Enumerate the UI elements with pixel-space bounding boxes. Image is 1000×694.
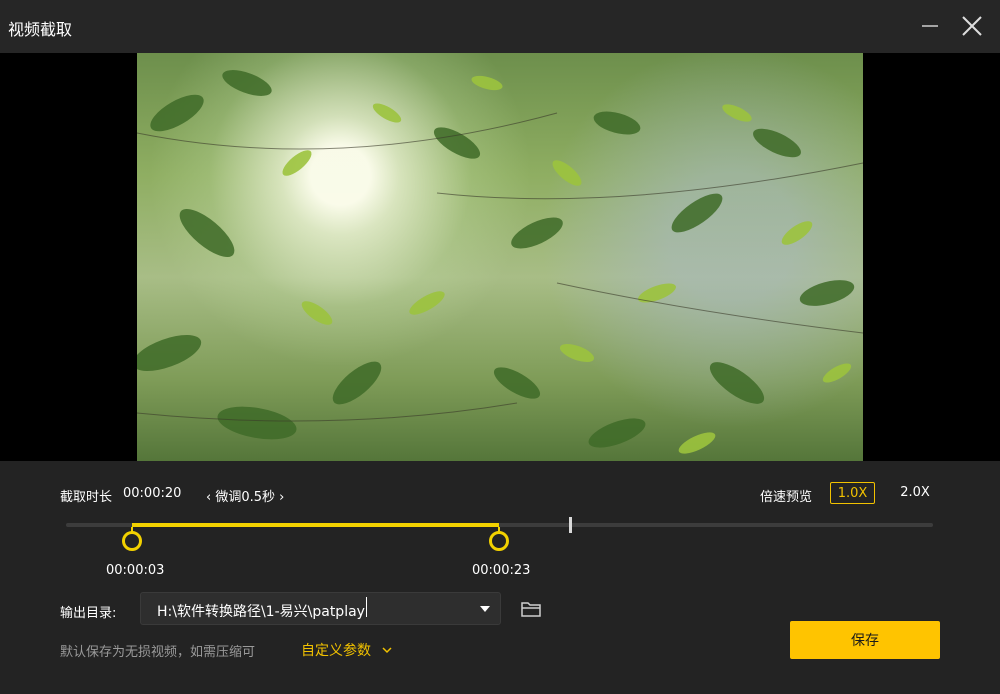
minimize-icon	[922, 25, 938, 27]
leaves-image	[137, 70, 863, 454]
title-bar: 视频截取	[0, 0, 1000, 53]
save-hint: 默认保存为无损视频，如需压缩可	[60, 645, 256, 660]
folder-icon	[521, 602, 541, 617]
chevron-left-icon[interactable]: ‹	[206, 490, 211, 505]
end-handle[interactable]	[487, 527, 511, 551]
minimize-button[interactable]	[914, 10, 946, 42]
chevron-right-icon[interactable]: ›	[279, 490, 284, 505]
fine-tune-label: 微调0.5秒	[215, 490, 276, 505]
start-handle[interactable]	[120, 527, 144, 551]
end-handle-ring	[489, 531, 509, 551]
output-dir-select[interactable]: H:\软件转换路径\1-易兴\patplay	[140, 592, 501, 625]
selected-range	[132, 523, 499, 527]
speed-preview-label: 倍速预览	[760, 490, 813, 505]
dropdown-arrow-icon	[480, 606, 490, 612]
close-button[interactable]	[956, 10, 988, 42]
text-cursor	[366, 597, 367, 617]
custom-params-link[interactable]: 自定义参数	[301, 640, 393, 660]
chevron-down-icon	[382, 647, 392, 654]
speed-option-1x[interactable]: 1.0X	[830, 482, 875, 504]
start-handle-ring	[122, 531, 142, 551]
save-button[interactable]: 保存	[790, 621, 940, 659]
speed-option-2x[interactable]: 2.0X	[895, 482, 935, 504]
window-title: 视频截取	[8, 20, 73, 39]
close-icon	[962, 16, 982, 36]
end-time: 00:00:23	[472, 563, 531, 578]
playhead[interactable]	[569, 517, 572, 533]
duration-value: 00:00:20	[123, 486, 182, 501]
output-dir-label: 输出目录:	[60, 606, 117, 621]
start-time: 00:00:03	[106, 563, 165, 578]
video-frame[interactable]	[137, 53, 863, 461]
custom-params-label: 自定义参数	[301, 643, 371, 659]
folder-button[interactable]	[520, 598, 542, 620]
video-preview-area	[0, 53, 1000, 461]
output-dir-value: H:\软件转换路径\1-易兴\patplay	[157, 604, 365, 620]
fine-tune-control[interactable]: ‹ 微调0.5秒 ›	[206, 486, 284, 505]
duration-label: 截取时长	[60, 490, 113, 505]
